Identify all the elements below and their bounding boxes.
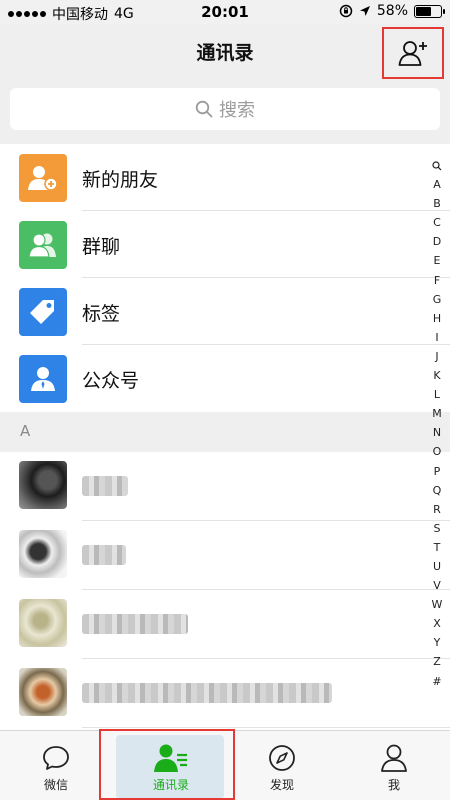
index-letter[interactable]: D bbox=[426, 232, 448, 251]
chat-bubble-icon bbox=[43, 746, 69, 770]
new-friend-icon bbox=[19, 154, 67, 202]
index-letter[interactable]: G bbox=[426, 290, 448, 309]
entry-label: 群聊 bbox=[82, 236, 121, 258]
index-letter[interactable]: E bbox=[426, 251, 448, 270]
person-add-icon bbox=[398, 41, 427, 66]
contact-row[interactable] bbox=[0, 659, 450, 728]
index-letter[interactable]: Y bbox=[426, 633, 448, 652]
group-chat-icon bbox=[19, 221, 67, 269]
status-bar: 中国移动 4G 20:01 58% bbox=[0, 0, 450, 24]
index-letter[interactable]: L bbox=[426, 385, 448, 404]
index-letter[interactable]: X bbox=[426, 614, 448, 633]
person-icon bbox=[381, 744, 407, 772]
rotation-lock-icon bbox=[339, 4, 353, 18]
tab-label: 我 bbox=[387, 778, 400, 792]
entry-official-accounts[interactable]: 公众号 bbox=[0, 345, 450, 412]
contact-row[interactable] bbox=[0, 452, 450, 521]
index-letter[interactable]: M bbox=[426, 404, 448, 423]
contact-row[interactable] bbox=[0, 590, 450, 659]
entry-new-friends[interactable]: 新的朋友 bbox=[0, 144, 450, 211]
compass-icon bbox=[269, 745, 295, 771]
entry-label: 标签 bbox=[82, 303, 121, 325]
blurred-name bbox=[82, 545, 126, 565]
index-letter[interactable]: Z bbox=[426, 652, 448, 671]
index-letter[interactable]: K bbox=[426, 366, 448, 385]
index-letters: A B C D E F G H I J K L M N O P Q R S T U V W X Y Z # bbox=[426, 175, 448, 691]
add-contact-button[interactable] bbox=[382, 27, 444, 79]
entry-tags[interactable]: 标签 bbox=[0, 278, 450, 345]
official-account-icon bbox=[19, 355, 67, 403]
index-letter[interactable]: U bbox=[426, 557, 448, 576]
index-letter[interactable]: V bbox=[426, 576, 448, 595]
index-letter[interactable]: B bbox=[426, 194, 448, 213]
avatar bbox=[19, 461, 67, 509]
avatar bbox=[19, 599, 67, 647]
index-letter[interactable]: T bbox=[426, 538, 448, 557]
index-letter[interactable]: C bbox=[426, 213, 448, 232]
avatar bbox=[19, 668, 67, 716]
tab-label: 发现 bbox=[269, 778, 294, 792]
search-area: 搜索 bbox=[0, 80, 450, 144]
contacts-list: 新的朋友 群聊 标签 公众号 A bbox=[0, 144, 450, 768]
section-header: A bbox=[0, 412, 450, 452]
index-letter[interactable]: A bbox=[426, 175, 448, 194]
index-letter[interactable]: P bbox=[426, 462, 448, 481]
search-input[interactable]: 搜索 bbox=[10, 88, 440, 130]
blurred-name bbox=[82, 683, 332, 703]
blurred-name bbox=[82, 614, 188, 634]
tab-label: 微信 bbox=[43, 778, 68, 792]
contacts-tab-highlight-box bbox=[99, 729, 235, 800]
index-letter[interactable]: O bbox=[426, 442, 448, 461]
battery-fill bbox=[416, 6, 432, 16]
index-letter[interactable]: # bbox=[426, 672, 448, 691]
search-icon bbox=[195, 100, 213, 118]
location-arrow-icon bbox=[359, 6, 370, 16]
section-letter: A bbox=[20, 422, 31, 440]
status-right: 58% bbox=[339, 3, 445, 19]
index-letter[interactable]: J bbox=[426, 347, 448, 366]
battery-percent: 58% bbox=[376, 3, 408, 19]
entry-label: 新的朋友 bbox=[82, 169, 159, 191]
index-search-icon[interactable] bbox=[426, 156, 448, 175]
nav-bar: 通讯录 bbox=[0, 24, 450, 80]
index-letter[interactable]: W bbox=[426, 595, 448, 614]
tab-chats[interactable]: 微信 bbox=[0, 731, 112, 800]
contact-row[interactable] bbox=[0, 521, 450, 590]
index-letter[interactable]: S bbox=[426, 519, 448, 538]
index-letter[interactable]: N bbox=[426, 423, 448, 442]
index-letter[interactable]: R bbox=[426, 500, 448, 519]
index-letter[interactable]: F bbox=[426, 271, 448, 290]
index-letter[interactable]: H bbox=[426, 309, 448, 328]
avatar bbox=[19, 530, 67, 578]
tag-icon bbox=[19, 288, 67, 336]
battery-icon bbox=[414, 4, 445, 18]
entry-group-chats[interactable]: 群聊 bbox=[0, 211, 450, 278]
blurred-name bbox=[82, 476, 128, 496]
index-letter[interactable]: I bbox=[426, 328, 448, 347]
alphabet-index[interactable]: A B C D E F G H I J K L M N O P Q R S T U V W X Y Z # bbox=[426, 156, 448, 691]
tab-me[interactable]: 我 bbox=[338, 731, 450, 800]
search-placeholder: 搜索 bbox=[219, 100, 255, 121]
index-letter[interactable]: Q bbox=[426, 481, 448, 500]
tab-discover[interactable]: 发现 bbox=[226, 731, 338, 800]
entry-label: 公众号 bbox=[82, 370, 140, 392]
